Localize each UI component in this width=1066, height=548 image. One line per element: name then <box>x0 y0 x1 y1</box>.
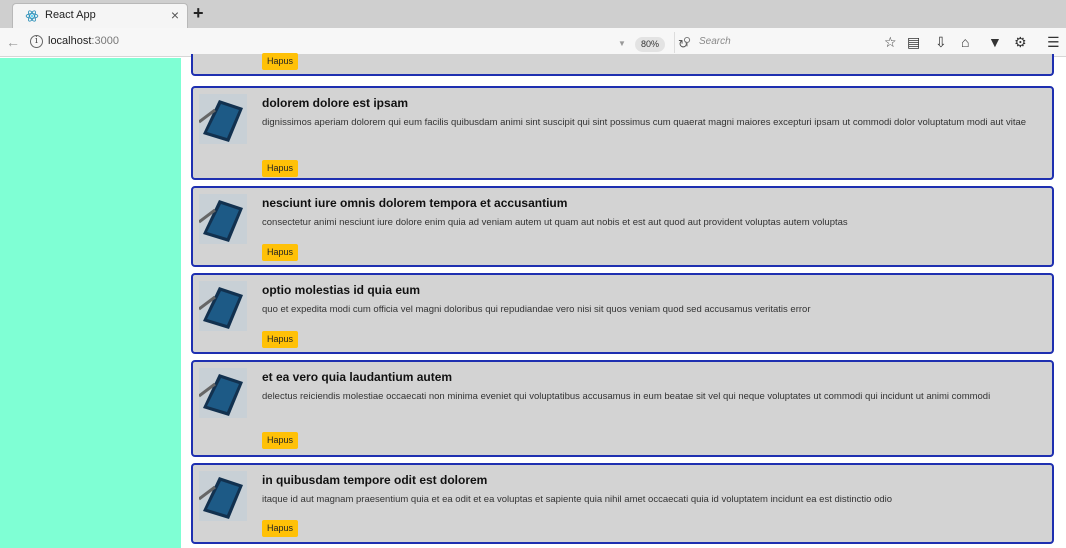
post-card: nesciunt iure omnis dolorem tempora et a… <box>191 186 1054 267</box>
hapus-button[interactable]: Hapus <box>262 331 299 348</box>
post-title: in quibusdam tempore odit est dolorem <box>262 473 488 487</box>
tablet-image-icon <box>199 94 247 144</box>
post-title: optio molestias id quia eum <box>262 283 421 297</box>
post-thumbnail <box>199 194 247 244</box>
url-text[interactable]: localhost:3000 <box>48 35 119 47</box>
post-title: et ea vero quia laudantium autem <box>262 370 453 384</box>
hapus-button[interactable]: Hapus <box>262 160 299 177</box>
tab-react-app[interactable]: React App × <box>12 3 188 28</box>
dropdown-arrow-icon[interactable]: ▼ <box>618 39 626 48</box>
tablet-image-icon <box>199 368 247 418</box>
extension-icon[interactable]: ⚙ <box>1014 34 1027 50</box>
close-icon[interactable]: × <box>171 7 179 23</box>
post-card: dolorem dolore est ipsam dignissimos ape… <box>191 86 1054 180</box>
post-title: nesciunt iure omnis dolorem tempora et a… <box>262 196 568 210</box>
url-bar[interactable]: i localhost:3000 ▼ 80% ↻ <box>24 32 688 53</box>
search-bar[interactable]: ⚲ Search <box>674 32 874 53</box>
tab-title: React App <box>45 9 96 21</box>
post-body: itaque id aut magnam praesentium quia et… <box>262 494 893 505</box>
tab-strip: React App × + <box>0 0 1066 28</box>
zoom-level-badge[interactable]: 80% <box>635 37 666 52</box>
tablet-image-icon <box>199 281 247 331</box>
home-icon[interactable]: ⌂ <box>961 34 969 50</box>
page-content: Hapus dolorem dolore est ipsam dignissim… <box>0 53 1066 548</box>
hapus-button[interactable]: Hapus <box>262 244 299 261</box>
react-logo-icon <box>25 10 39 22</box>
new-tab-icon[interactable]: + <box>193 3 204 23</box>
hapus-button[interactable]: Hapus <box>262 53 299 70</box>
post-body: dignissimos aperiam dolorem qui eum faci… <box>262 117 1027 128</box>
back-arrow-icon[interactable]: ← <box>6 34 20 50</box>
post-body: delectus reiciendis molestiae occaecati … <box>262 391 991 402</box>
download-icon[interactable]: ⇩ <box>935 34 947 50</box>
hapus-button[interactable]: Hapus <box>262 432 299 449</box>
hapus-button[interactable]: Hapus <box>262 520 299 537</box>
post-thumbnail <box>199 94 247 144</box>
post-thumbnail <box>199 471 247 521</box>
reading-list-icon[interactable]: ▤ <box>907 34 920 50</box>
sidebar <box>0 58 181 548</box>
pocket-icon[interactable]: ▼ <box>988 34 1002 50</box>
post-thumbnail <box>199 281 247 331</box>
post-title: dolorem dolore est ipsam <box>262 96 409 110</box>
url-port: :3000 <box>91 35 119 47</box>
tablet-image-icon <box>199 471 247 521</box>
post-card-partial: Hapus <box>191 53 1054 76</box>
navigation-bar: ← i localhost:3000 ▼ 80% ↻ ⚲ Search ☆ ▤ … <box>0 28 1066 57</box>
post-thumbnail <box>199 368 247 418</box>
menu-icon[interactable]: ☰ <box>1047 34 1060 50</box>
bookmark-star-icon[interactable]: ☆ <box>884 34 897 50</box>
search-input[interactable]: Search <box>699 36 731 47</box>
post-body: consectetur animi nesciunt iure dolore e… <box>262 217 848 228</box>
search-icon: ⚲ <box>683 36 692 48</box>
post-body: quo et expedita modi cum officia vel mag… <box>262 304 811 315</box>
tablet-image-icon <box>199 194 247 244</box>
url-host: localhost <box>48 35 92 47</box>
post-card: optio molestias id quia eum quo et exped… <box>191 273 1054 354</box>
info-icon[interactable]: i <box>30 35 43 48</box>
post-card: in quibusdam tempore odit est dolorem it… <box>191 463 1054 544</box>
post-card: et ea vero quia laudantium autem delectu… <box>191 360 1054 457</box>
